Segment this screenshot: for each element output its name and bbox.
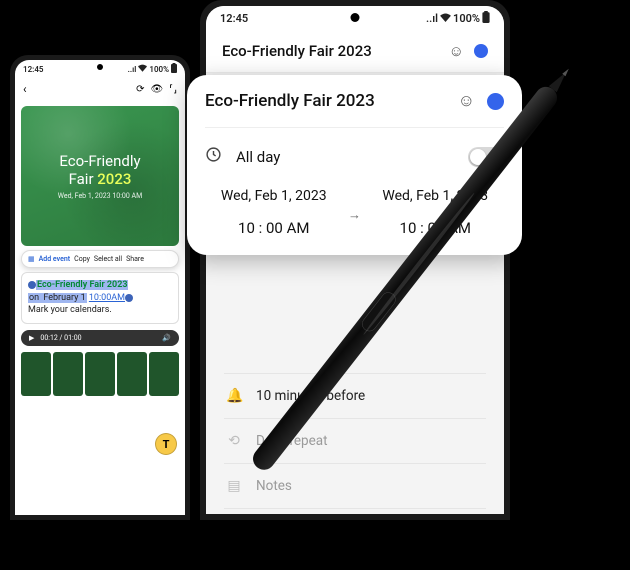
back-phone-screen: 12:45 ..ıl 100% ‹ ⟳ 👁 ⸢⸥ Eco-Frien — [15, 60, 185, 515]
start-time: 10 : 00 AM — [205, 219, 343, 237]
thumbnail-strip — [21, 352, 179, 396]
start-column[interactable]: Wed, Feb 1, 2023 10 : 00 AM — [205, 187, 343, 237]
emoji-icon[interactable]: ☺ — [458, 91, 475, 111]
highlight-on[interactable]: on — [28, 293, 42, 303]
popup-header: Eco-Friendly Fair 2023 ☺ — [205, 91, 504, 128]
image-toolbar: ‹ ⟳ 👁 ⸢⸥ — [15, 78, 185, 100]
wifi-icon — [138, 64, 147, 74]
event-header: Eco-Friendly Fair 2023 ☺ — [206, 30, 504, 73]
end-time: 10 : 00 AM — [367, 219, 505, 237]
arrow-right-icon: → — [343, 201, 367, 223]
event-title[interactable]: Eco-Friendly Fair 2023 — [222, 42, 439, 60]
notes-row[interactable]: ▤ Notes — [224, 463, 486, 508]
battery-icon — [171, 63, 177, 75]
crop-icon[interactable]: ⟳ — [136, 84, 144, 95]
emoji-icon[interactable]: ☺ — [449, 42, 464, 60]
date-range: Wed, Feb 1, 2023 10 : 00 AM → Wed, Feb 1… — [205, 179, 504, 237]
color-dot[interactable] — [474, 44, 488, 58]
end-column[interactable]: Wed, Feb 1, 2023 10 : 00 AM — [367, 187, 505, 237]
battery-pct: 100% — [149, 65, 169, 74]
eye-icon[interactable]: 👁 — [150, 84, 163, 95]
status-right: ..ıl 100% — [128, 63, 177, 75]
color-dot[interactable] — [487, 93, 504, 110]
reminder-row[interactable]: 🔔 10 minutes before — [224, 373, 486, 418]
audio-player[interactable]: ▶ 00:12 / 01:00 🔊 — [21, 330, 179, 346]
battery-pct: 100% — [453, 12, 480, 25]
share-action[interactable]: Share — [126, 255, 144, 263]
brackets-icon[interactable]: ⸢⸥ — [169, 84, 177, 95]
notes-icon: ▤ — [226, 478, 242, 494]
all-day-toggle[interactable] — [468, 147, 504, 167]
battery-icon — [482, 11, 490, 26]
player-time: 00:12 / 01:00 — [40, 334, 81, 342]
repeat-row[interactable]: ⟲ Don't repeat — [224, 418, 486, 463]
signal-icon: ..ıl — [128, 65, 137, 74]
text-extract-button[interactable]: T — [155, 433, 177, 455]
poster-date: Wed, Feb 1, 2023 10:00 AM — [58, 192, 142, 200]
popup-title[interactable]: Eco-Friendly Fair 2023 — [205, 91, 446, 111]
text-line-3: Mark your calendars. — [28, 305, 112, 315]
volume-icon[interactable]: 🔊 — [162, 334, 171, 342]
extracted-text-panel: Eco-Friendly Fair 2023 on February 1 10:… — [21, 272, 179, 324]
camera-hole — [97, 64, 103, 70]
all-day-label: All day — [236, 148, 454, 166]
time-link[interactable]: 10:00AM — [89, 293, 125, 303]
repeat-icon: ⟲ — [226, 433, 242, 449]
play-icon[interactable]: ▶ — [29, 334, 34, 342]
repeat-label: Don't repeat — [256, 433, 328, 449]
signal-icon: ..ıl — [426, 12, 438, 25]
statusbar-front: 12:45 ..ıl 100% — [206, 6, 504, 30]
poster-title-1: Eco-Friendly — [59, 152, 140, 170]
highlight-date[interactable]: February 1 — [42, 293, 86, 303]
start-date: Wed, Feb 1, 2023 — [205, 187, 343, 205]
selection-handle-start[interactable] — [28, 281, 36, 289]
copy-action[interactable]: Copy — [74, 255, 90, 263]
status-time: 12:45 — [23, 65, 43, 74]
status-right: ..ıl 100% — [426, 11, 490, 26]
selection-handle-end[interactable] — [125, 294, 133, 302]
back-icon[interactable]: ‹ — [23, 82, 27, 96]
clock-icon — [205, 146, 222, 167]
end-date: Wed, Feb 1, 2023 — [367, 187, 505, 205]
back-phone: 12:45 ..ıl 100% ‹ ⟳ 👁 ⸢⸥ Eco-Frien — [10, 55, 190, 520]
poster-title-2: Fair 2023 — [69, 170, 132, 188]
calendar-icon: ▦ — [28, 255, 35, 263]
reminder-label: 10 minutes before — [256, 388, 365, 404]
notes-label: Notes — [256, 478, 292, 494]
camera-hole — [351, 13, 360, 22]
text-selection-actions: ▦ Add event Copy Select all Share — [21, 250, 179, 268]
event-edit-popup: Eco-Friendly Fair 2023 ☺ All day Wed, Fe… — [187, 75, 522, 255]
event-poster: Eco-Friendly Fair 2023 Wed, Feb 1, 2023 … — [21, 106, 179, 246]
bell-icon: 🔔 — [226, 388, 242, 404]
highlight-title[interactable]: Eco-Friendly Fair 2023 — [36, 280, 128, 290]
status-time: 12:45 — [220, 12, 248, 25]
video-row[interactable]: ▶ Video conference — [224, 508, 486, 514]
select-all-action[interactable]: Select all — [94, 255, 122, 263]
all-day-row: All day — [205, 128, 504, 179]
add-event-action[interactable]: Add event — [39, 255, 71, 263]
statusbar: 12:45 ..ıl 100% — [15, 60, 185, 78]
wifi-icon — [440, 12, 451, 25]
